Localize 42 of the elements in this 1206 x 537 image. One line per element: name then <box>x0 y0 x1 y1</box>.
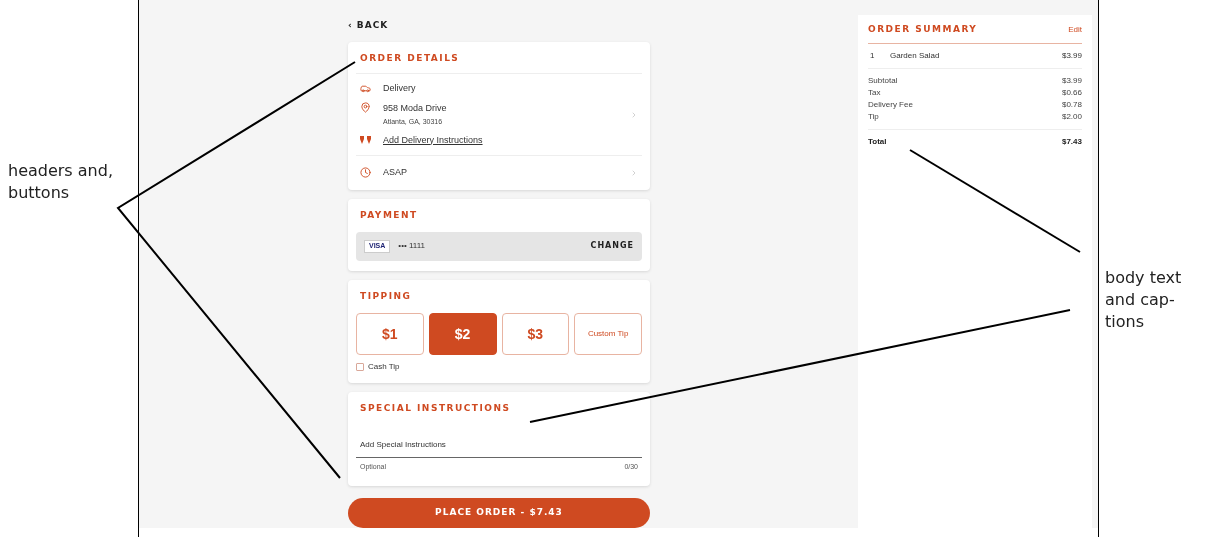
delivery-instructions-link[interactable]: Add Delivery Instructions <box>383 133 483 147</box>
change-button[interactable]: CHANGE <box>590 240 634 253</box>
card-number: ••• 1111 <box>398 240 426 253</box>
car-icon <box>360 83 371 95</box>
tip-option[interactable]: $1 <box>356 313 424 355</box>
summary-label: Tax <box>868 86 881 99</box>
annotation-label: headers and, buttons <box>8 160 114 204</box>
place-order-button[interactable]: PLACE ORDER - $7.43 <box>348 498 650 528</box>
map-pin-icon <box>360 101 371 113</box>
section-heading: TIPPING <box>360 289 413 303</box>
total-label: Total <box>868 135 887 148</box>
summary-value: $0.78 <box>1061 98 1082 111</box>
edit-link[interactable]: Edit <box>1068 23 1082 37</box>
item-price: $3.99 <box>1061 49 1082 62</box>
clock-icon <box>360 167 371 179</box>
summary-value: $2.00 <box>1061 110 1082 123</box>
section-heading: ORDER SUMMARY <box>868 23 978 36</box>
item-name: Garden Salad <box>890 49 941 62</box>
chevron-right-icon[interactable] <box>630 168 638 177</box>
tip-option[interactable]: Custom Tip <box>574 313 642 355</box>
delivery-time[interactable]: ASAP <box>383 166 630 180</box>
special-instructions-field[interactable]: Add Special Instructions <box>356 438 642 458</box>
pins-icon <box>360 136 371 145</box>
cash-tip-checkbox[interactable] <box>356 363 364 371</box>
section-heading: SPECIAL INSTRUCTIONS <box>360 402 512 415</box>
cash-tip-label: Cash Tip <box>368 361 400 373</box>
summary-label: Subtotal <box>868 74 898 87</box>
summary-value: $3.99 <box>1061 74 1082 87</box>
section-heading: PAYMENT <box>360 208 419 222</box>
tip-option[interactable]: $2 <box>428 313 497 355</box>
annotation-label: body text and cap- tions <box>1105 267 1183 333</box>
total-value: $7.43 <box>1061 135 1082 148</box>
section-heading: ORDER DETAILS <box>360 51 461 65</box>
summary-label: Delivery Fee <box>868 98 913 111</box>
chevron-right-icon[interactable] <box>630 110 638 119</box>
item-quantity: 1 <box>869 49 876 62</box>
summary-label: Tip <box>868 110 879 123</box>
address-line: 958 Moda Drive <box>383 101 447 115</box>
tip-option[interactable]: $3 <box>501 313 570 355</box>
summary-value: $0.66 <box>1061 86 1082 99</box>
back-link[interactable]: ‹ BACK <box>348 15 389 33</box>
delivery-mode: Delivery <box>383 82 416 95</box>
